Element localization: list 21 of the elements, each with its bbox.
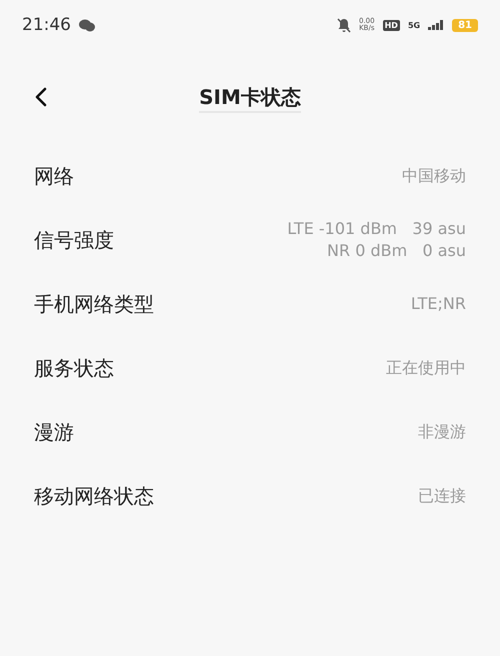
clock: 21:46 <box>22 15 71 35</box>
page-title: SIM卡状态 <box>199 84 301 112</box>
row-label: 手机网络类型 <box>34 290 154 318</box>
battery-indicator: 81 <box>452 18 478 32</box>
row-value: 正在使用中 <box>386 357 466 379</box>
network-type: 5G <box>408 20 420 30</box>
row-value: 中国移动 <box>402 165 466 187</box>
row-value: LTE;NR <box>410 293 466 315</box>
row-label: 网络 <box>34 162 74 190</box>
chat-icon <box>79 18 95 32</box>
row-value: 已连接 <box>418 485 466 507</box>
signal-icon <box>428 20 444 30</box>
row-label: 漫游 <box>34 418 74 446</box>
muted-bell-icon <box>337 18 351 32</box>
row-value: LTE -101 dBm 39 asu <box>287 218 466 240</box>
hd-badge: HD <box>382 20 400 30</box>
row-value: 非漫游 <box>418 421 466 443</box>
row-label: 信号强度 <box>34 226 114 254</box>
row-value: NR 0 dBm 0 asu <box>327 240 466 262</box>
row-label: 服务状态 <box>34 354 114 382</box>
row-label: 移动网络状态 <box>34 482 154 510</box>
